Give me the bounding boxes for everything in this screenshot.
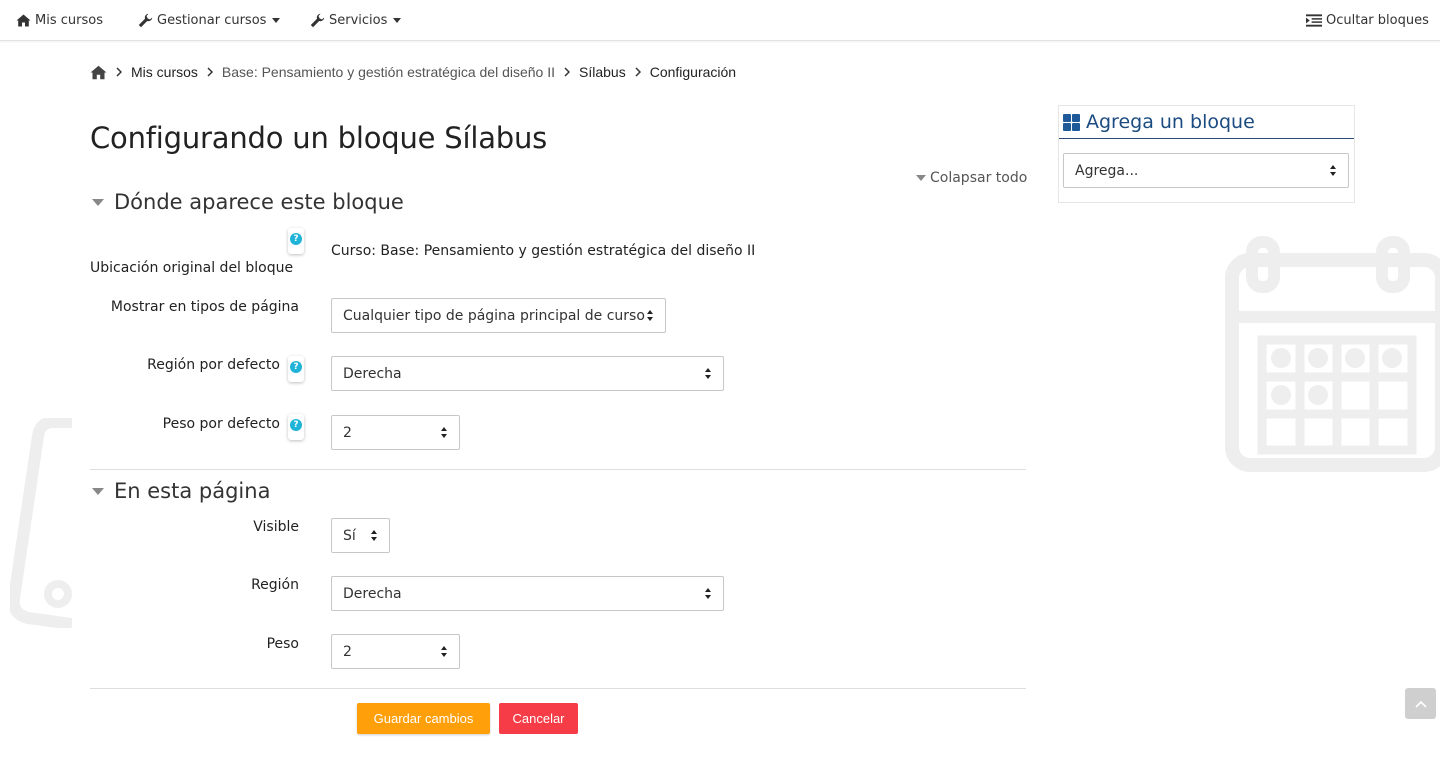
nav-manage-courses[interactable]: Gestionar cursos — [137, 0, 281, 40]
page-types-label: Mostrar en tipos de página — [110, 299, 299, 315]
default-weight-label: Peso por defecto — [162, 416, 280, 432]
breadcrumb-syllabus[interactable]: Sílabus — [579, 64, 626, 80]
weight-select[interactable]: 2 — [331, 634, 460, 669]
calendar-watermark-icon — [1225, 236, 1440, 472]
region-label: Región — [251, 577, 299, 593]
grid-icon — [1063, 113, 1080, 131]
help-glyph: ? — [290, 419, 302, 431]
help-glyph: ? — [290, 361, 302, 373]
chevron-right-icon — [564, 67, 570, 77]
wrench-icon — [309, 12, 325, 28]
list-icon — [1306, 12, 1322, 28]
device-watermark-icon — [10, 418, 72, 628]
form-divider — [90, 688, 1026, 689]
caret-down-icon — [916, 175, 926, 181]
select-arrows-icon — [705, 588, 713, 600]
visible-value: Sí — [343, 527, 356, 544]
select-arrows-icon — [441, 427, 449, 439]
select-arrows-icon — [1330, 165, 1338, 177]
nav-manage-courses-label: Gestionar cursos — [157, 12, 267, 28]
weight-label: Peso — [266, 636, 299, 652]
add-block-header: Agrega un bloque — [1059, 106, 1354, 139]
hide-blocks-label: Ocultar bloques — [1326, 12, 1429, 28]
original-location-value: Curso: Base: Pensamiento y gestión estra… — [331, 243, 756, 259]
region-select[interactable]: Derecha — [331, 576, 724, 611]
default-region-label: Región por defecto — [147, 357, 280, 373]
select-arrows-icon — [371, 530, 379, 542]
page-types-select[interactable]: Cualquier tipo de página principal de cu… — [331, 298, 666, 333]
section-where-block-appears[interactable]: Dónde aparece este bloque — [90, 190, 404, 214]
section-title: En esta página — [114, 479, 271, 503]
nav-my-courses[interactable]: Mis cursos — [15, 0, 103, 40]
wrench-icon — [137, 12, 153, 28]
breadcrumb-course[interactable]: Base: Pensamiento y gestión estratégica … — [222, 64, 555, 80]
chevron-right-icon — [207, 67, 213, 77]
top-navbar: Mis cursos Gestionar cursos Servicios Oc… — [0, 0, 1440, 41]
breadcrumb-my-courses[interactable]: Mis cursos — [131, 64, 198, 80]
nav-services-label: Servicios — [329, 12, 388, 28]
chevron-up-icon — [1414, 700, 1427, 708]
caret-down-icon — [393, 17, 402, 23]
scroll-to-top-button[interactable] — [1405, 688, 1436, 719]
select-arrows-icon — [705, 368, 713, 380]
save-changes-button[interactable]: Guardar cambios — [357, 703, 490, 734]
caret-down-icon — [92, 487, 104, 495]
default-region-value: Derecha — [343, 365, 402, 382]
weight-value: 2 — [343, 643, 352, 660]
breadcrumb: Mis cursos Base: Pensamiento y gestión e… — [90, 62, 736, 82]
breadcrumb-home-icon[interactable] — [90, 65, 107, 80]
caret-down-icon — [272, 17, 281, 23]
section-on-this-page[interactable]: En esta página — [90, 479, 270, 503]
default-weight-value: 2 — [343, 424, 352, 441]
home-icon — [15, 12, 31, 28]
add-block-select-value: Agrega... — [1075, 162, 1139, 179]
add-block-select[interactable]: Agrega... — [1063, 153, 1349, 188]
original-location-label: Ubicación original del bloque — [90, 260, 294, 276]
collapse-all-link[interactable]: Colapsar todo — [916, 170, 1027, 186]
chevron-right-icon — [116, 67, 122, 77]
region-value: Derecha — [343, 585, 402, 602]
help-glyph: ? — [290, 233, 302, 245]
add-block-panel: Agrega un bloque Agrega... — [1058, 105, 1355, 203]
select-arrows-icon — [647, 310, 655, 322]
nav-services[interactable]: Servicios — [309, 0, 402, 40]
help-icon[interactable]: ? — [288, 228, 304, 254]
page-title: Configurando un bloque Sílabus — [90, 121, 548, 155]
nav-my-courses-label: Mis cursos — [35, 12, 103, 28]
hide-blocks-button[interactable]: Ocultar bloques — [1306, 0, 1429, 40]
cancel-button[interactable]: Cancelar — [499, 703, 578, 734]
default-region-select[interactable]: Derecha — [331, 356, 724, 391]
breadcrumb-configuration: Configuración — [649, 64, 737, 80]
page-types-value: Cualquier tipo de página principal de cu… — [343, 307, 645, 324]
caret-down-icon — [92, 198, 104, 206]
help-icon[interactable]: ? — [288, 356, 304, 382]
section-title: Dónde aparece este bloque — [114, 190, 404, 214]
visible-label: Visible — [253, 519, 299, 535]
collapse-all-label: Colapsar todo — [930, 170, 1028, 186]
default-weight-select[interactable]: 2 — [331, 415, 460, 450]
select-arrows-icon — [441, 646, 449, 658]
help-icon[interactable]: ? — [288, 414, 304, 440]
chevron-right-icon — [635, 67, 641, 77]
add-block-title: Agrega un bloque — [1086, 111, 1255, 133]
visible-select[interactable]: Sí — [331, 518, 390, 553]
section-divider — [90, 469, 1026, 470]
